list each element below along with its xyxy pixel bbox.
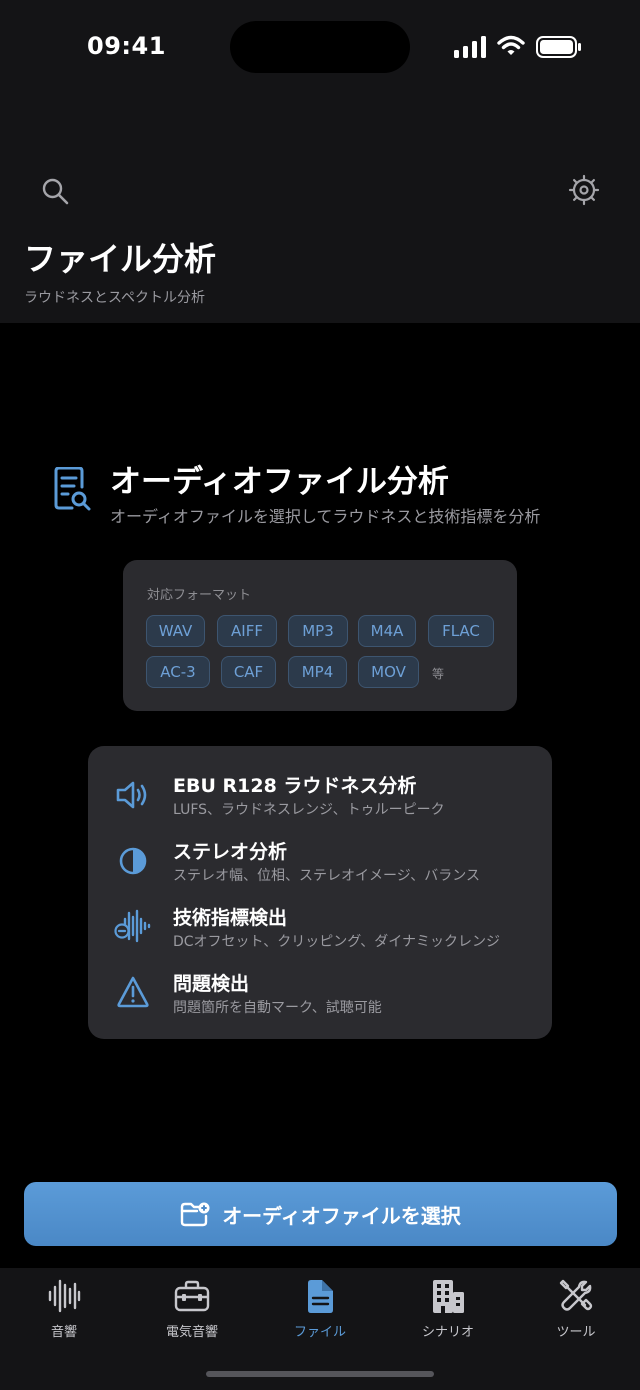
tab-scenario[interactable]: シナリオ bbox=[384, 1268, 512, 1348]
screen: 09:41 ファイル分析 ラウドネスとスペクトル分析 オーディオファイル分析 オ… bbox=[0, 0, 640, 1390]
tab-label: 電気音響 bbox=[165, 1325, 218, 1340]
format-chip: MP4 bbox=[288, 656, 347, 688]
tab-label: 音響 bbox=[50, 1325, 77, 1340]
page-subtitle: ラウドネスとスペクトル分析 bbox=[24, 290, 206, 306]
tab-file[interactable]: ファイル bbox=[256, 1268, 384, 1348]
status-time: 09:41 bbox=[87, 32, 166, 60]
feature-desc: DCオフセット、クリッピング、ダイナミックレンジ bbox=[173, 934, 501, 950]
dynamic-island bbox=[230, 21, 410, 73]
formats-etc: 等 bbox=[432, 667, 445, 681]
feature-title: EBU R128 ラウドネス分析 bbox=[173, 775, 417, 797]
format-chip: WAV bbox=[146, 615, 205, 647]
document-search-icon bbox=[54, 467, 91, 511]
feature-desc: LUFS、ラウドネスレンジ、トゥルーピーク bbox=[173, 802, 445, 818]
format-chip: AC-3 bbox=[146, 656, 210, 688]
format-chip: AIFF bbox=[217, 615, 277, 647]
document-icon bbox=[308, 1280, 333, 1313]
tab-tools[interactable]: ツール bbox=[512, 1268, 640, 1348]
tools-icon bbox=[559, 1279, 593, 1311]
select-audio-file-button[interactable]: オーディオファイルを選択 bbox=[24, 1182, 617, 1246]
page-title: ファイル分析 bbox=[24, 240, 217, 278]
format-chip: FLAC bbox=[428, 615, 494, 647]
warning-icon bbox=[117, 976, 149, 1008]
feature-desc: 問題箇所を自動マーク、試聴可能 bbox=[173, 1000, 382, 1016]
home-indicator bbox=[206, 1371, 434, 1377]
select-audio-file-label: オーディオファイルを選択 bbox=[222, 1203, 461, 1228]
tab-acoustics[interactable]: 音響 bbox=[0, 1268, 128, 1348]
format-chip: CAF bbox=[221, 656, 276, 688]
waveform-icon bbox=[48, 1279, 81, 1313]
feature-title: ステレオ分析 bbox=[173, 841, 288, 863]
tab-label: シナリオ bbox=[421, 1325, 474, 1340]
feature-title: 問題検出 bbox=[173, 973, 250, 995]
format-chip: MOV bbox=[358, 656, 419, 688]
header: 09:41 ファイル分析 ラウドネスとスペクトル分析 bbox=[0, 0, 640, 323]
features-card: EBU R128 ラウドネス分析 LUFS、ラウドネスレンジ、トゥルーピーク ス… bbox=[88, 746, 552, 1039]
folder-add-icon bbox=[180, 1202, 210, 1227]
search-icon[interactable] bbox=[40, 176, 70, 206]
hero-title: オーディオファイル分析 bbox=[110, 464, 449, 500]
tab-label: ツール bbox=[556, 1325, 596, 1340]
cellular-signal-icon bbox=[454, 36, 486, 58]
building-icon bbox=[433, 1280, 464, 1313]
toolbox-icon bbox=[174, 1280, 210, 1312]
feature-desc: ステレオ幅、位相、ステレオイメージ、バランス bbox=[173, 868, 481, 884]
speaker-icon bbox=[116, 781, 147, 809]
format-chip: M4A bbox=[358, 615, 416, 647]
formats-label: 対応フォーマット bbox=[147, 588, 252, 603]
formats-card: 対応フォーマット WAV AIFF MP3 M4A FLAC AC-3 CAF … bbox=[123, 560, 517, 711]
waveform-icon bbox=[114, 909, 151, 943]
half-circle-icon bbox=[119, 847, 147, 875]
hero-subtitle: オーディオファイルを選択してラウドネスと技術指標を分析 bbox=[110, 507, 541, 526]
tab-electroacoustics[interactable]: 電気音響 bbox=[128, 1268, 256, 1348]
wifi-icon bbox=[497, 35, 525, 55]
tab-label: ファイル bbox=[293, 1325, 346, 1340]
gear-icon[interactable] bbox=[568, 174, 600, 206]
battery-icon bbox=[536, 36, 581, 58]
feature-title: 技術指標検出 bbox=[173, 907, 288, 929]
format-chip: MP3 bbox=[288, 615, 348, 647]
